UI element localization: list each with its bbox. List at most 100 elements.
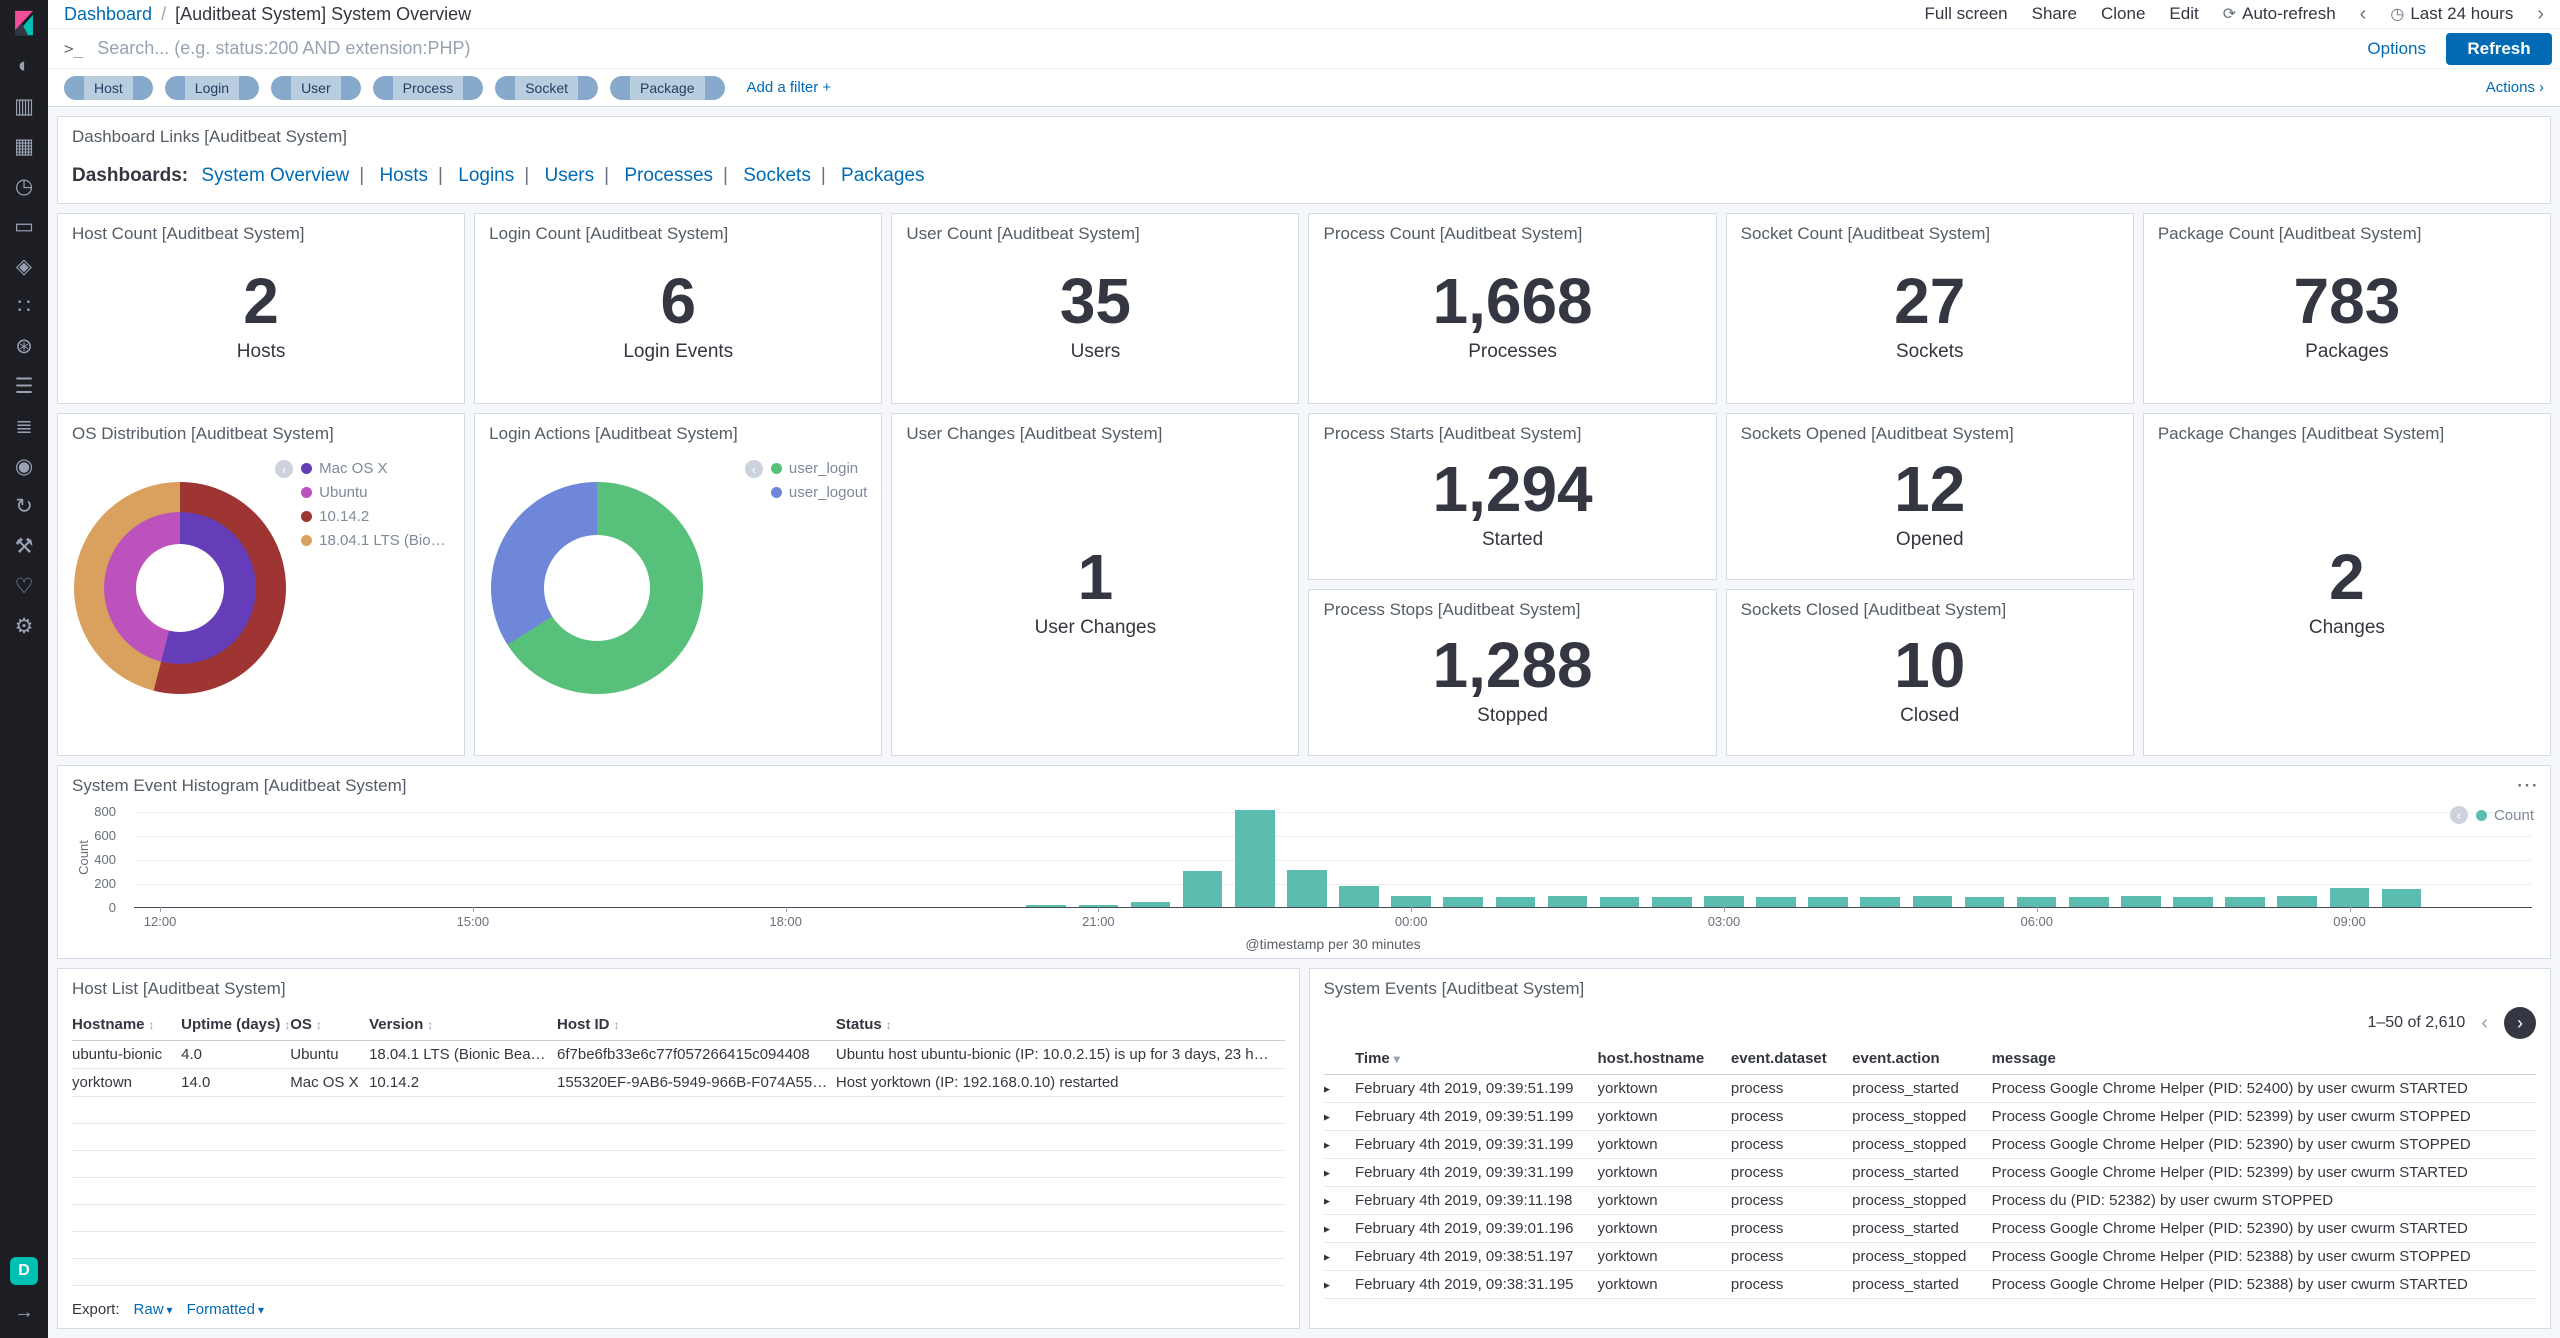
previous-page-button[interactable]: ‹ bbox=[2481, 1012, 2488, 1035]
histogram-bar[interactable] bbox=[1600, 897, 1640, 907]
options-button[interactable]: Options bbox=[2367, 39, 2426, 59]
sidebar-item-monitoring[interactable]: ♡ bbox=[0, 566, 48, 606]
filter-pill-process[interactable]: Process bbox=[373, 76, 484, 100]
expand-row-icon[interactable]: ▸ bbox=[1324, 1109, 1331, 1124]
add-filter-button[interactable]: Add a filter + bbox=[747, 79, 832, 96]
share-button[interactable]: Share bbox=[2032, 4, 2077, 24]
breadcrumb-dashboard-link[interactable]: Dashboard bbox=[64, 4, 152, 25]
sidebar-item-maps[interactable]: ◈ bbox=[0, 246, 48, 286]
sidebar-item-discover[interactable]: ◐ bbox=[0, 46, 48, 86]
histogram-bar[interactable] bbox=[1548, 896, 1588, 907]
legend-item[interactable]: 10.14.2 bbox=[301, 508, 451, 525]
histogram-bar[interactable] bbox=[2121, 896, 2161, 907]
edit-button[interactable]: Edit bbox=[2169, 4, 2198, 24]
legend-item[interactable]: Count bbox=[2476, 807, 2534, 824]
sidebar-item-dashboard[interactable]: ▦ bbox=[0, 126, 48, 166]
next-page-button[interactable]: › bbox=[2504, 1007, 2536, 1039]
legend-collapse-icon[interactable]: ‹ bbox=[2450, 806, 2468, 824]
sidebar-item-infrastructure[interactable]: ☰ bbox=[0, 366, 48, 406]
histogram-bar[interactable] bbox=[2330, 888, 2370, 907]
time-forward-button[interactable]: › bbox=[2537, 3, 2544, 26]
search-input[interactable] bbox=[97, 38, 2347, 59]
expand-row-icon[interactable]: ▸ bbox=[1324, 1249, 1331, 1264]
link-processes[interactable]: Processes bbox=[624, 165, 713, 186]
histogram-bar[interactable] bbox=[2017, 897, 2057, 907]
column-header-hostname[interactable]: Hostname↕ bbox=[72, 1009, 181, 1041]
histogram-bar[interactable] bbox=[1496, 897, 1536, 907]
legend-item[interactable]: Ubuntu bbox=[301, 484, 451, 501]
auto-refresh-button[interactable]: ⟳Auto-refresh bbox=[2223, 4, 2336, 24]
histogram-bar[interactable] bbox=[1443, 897, 1483, 907]
histogram-bar[interactable] bbox=[1860, 897, 1900, 907]
histogram-bar[interactable] bbox=[2225, 897, 2265, 907]
expand-row-icon[interactable]: ▸ bbox=[1324, 1165, 1331, 1180]
link-sockets[interactable]: Sockets bbox=[743, 165, 811, 186]
os-distribution-donut-chart[interactable] bbox=[74, 482, 286, 694]
filter-pill-socket[interactable]: Socket bbox=[495, 76, 598, 100]
histogram-bar[interactable] bbox=[1287, 870, 1327, 907]
histogram-bar[interactable] bbox=[1965, 897, 2005, 907]
column-header-host-id[interactable]: Host ID↕ bbox=[557, 1009, 836, 1041]
sidebar-item-apm[interactable]: ◉ bbox=[0, 446, 48, 486]
legend-item[interactable]: 18.04.1 LTS (Bionic B... bbox=[301, 532, 451, 549]
histogram-bar[interactable] bbox=[1808, 897, 1848, 907]
filter-pill-host[interactable]: Host bbox=[64, 76, 153, 100]
sidebar-item-timelion[interactable]: ◷ bbox=[0, 166, 48, 206]
full-screen-button[interactable]: Full screen bbox=[1924, 4, 2007, 24]
expand-row-icon[interactable]: ▸ bbox=[1324, 1221, 1331, 1236]
expand-row-icon[interactable]: ▸ bbox=[1324, 1193, 1331, 1208]
export-formatted-link[interactable]: Formatted▾ bbox=[187, 1301, 264, 1318]
column-header-message[interactable]: message bbox=[1992, 1043, 2536, 1075]
link-logins[interactable]: Logins bbox=[458, 165, 514, 186]
column-header-uptime[interactable]: Uptime (days)↕ bbox=[181, 1009, 290, 1041]
histogram-plot[interactable]: 0200400600800 12:0015:0018:0021:0000:000… bbox=[134, 812, 2532, 908]
column-header-event-action[interactable]: event.action bbox=[1852, 1043, 1991, 1075]
panel-menu-icon[interactable]: ⋯ bbox=[2516, 772, 2538, 798]
sidebar-item-logs[interactable]: ≣ bbox=[0, 406, 48, 446]
sidebar-item-canvas[interactable]: ▭ bbox=[0, 206, 48, 246]
histogram-bar[interactable] bbox=[1652, 897, 1692, 907]
legend-collapse-icon[interactable]: ‹ bbox=[745, 460, 763, 478]
link-hosts[interactable]: Hosts bbox=[379, 165, 428, 186]
expand-row-icon[interactable]: ▸ bbox=[1324, 1277, 1331, 1292]
column-header-host-hostname[interactable]: host.hostname bbox=[1598, 1043, 1731, 1075]
column-header-time[interactable]: Time▾ bbox=[1355, 1043, 1598, 1075]
legend-item[interactable]: user_login bbox=[771, 460, 867, 477]
link-users[interactable]: Users bbox=[544, 165, 594, 186]
histogram-bar[interactable] bbox=[1391, 896, 1431, 907]
histogram-bar[interactable] bbox=[2382, 889, 2422, 907]
clone-button[interactable]: Clone bbox=[2101, 4, 2145, 24]
legend-item[interactable]: Mac OS X bbox=[301, 460, 451, 477]
time-range-button[interactable]: ◷Last 24 hours bbox=[2390, 4, 2513, 24]
histogram-bar[interactable] bbox=[1339, 886, 1379, 907]
space-badge[interactable]: D bbox=[10, 1257, 38, 1285]
column-header-version[interactable]: Version↕ bbox=[369, 1009, 557, 1041]
column-header-event-dataset[interactable]: event.dataset bbox=[1731, 1043, 1852, 1075]
login-actions-donut-chart[interactable] bbox=[491, 482, 703, 694]
legend-collapse-icon[interactable]: ‹ bbox=[275, 460, 293, 478]
histogram-bar[interactable] bbox=[2173, 897, 2213, 907]
kibana-logo[interactable] bbox=[0, 0, 48, 46]
refresh-button[interactable]: Refresh bbox=[2446, 33, 2552, 65]
legend-item[interactable]: user_logout bbox=[771, 484, 867, 501]
link-packages[interactable]: Packages bbox=[841, 165, 924, 186]
histogram-bar[interactable] bbox=[1183, 871, 1223, 907]
histogram-bar[interactable] bbox=[1756, 897, 1796, 907]
histogram-bar[interactable] bbox=[1913, 896, 1953, 907]
histogram-bar[interactable] bbox=[2069, 897, 2109, 907]
filter-pill-user[interactable]: User bbox=[271, 76, 361, 100]
sidebar-item-uptime[interactable]: ↻ bbox=[0, 486, 48, 526]
filter-actions-button[interactable]: Actions› bbox=[2486, 79, 2544, 96]
expand-nav-icon[interactable]: → bbox=[14, 1301, 34, 1324]
histogram-bar[interactable] bbox=[1235, 810, 1275, 907]
column-header-status[interactable]: Status↕ bbox=[836, 1009, 1285, 1041]
sidebar-item-graph[interactable]: ⊛ bbox=[0, 326, 48, 366]
sidebar-item-management[interactable]: ⚙ bbox=[0, 606, 48, 646]
link-system-overview[interactable]: System Overview bbox=[201, 165, 349, 186]
filter-pill-package[interactable]: Package bbox=[610, 76, 724, 100]
histogram-bar[interactable] bbox=[2277, 896, 2317, 907]
histogram-bar[interactable] bbox=[1704, 896, 1744, 907]
sidebar-item-dev-tools[interactable]: ⚒ bbox=[0, 526, 48, 566]
expand-row-icon[interactable]: ▸ bbox=[1324, 1137, 1331, 1152]
time-back-button[interactable]: ‹ bbox=[2360, 3, 2367, 26]
